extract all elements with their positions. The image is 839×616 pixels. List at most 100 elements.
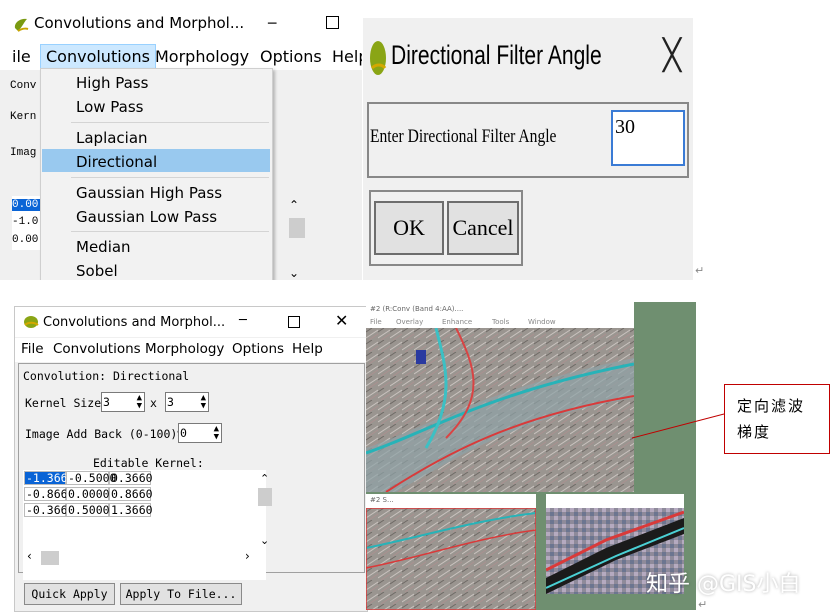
convolutions-dropdown: High Pass Low Pass Laplacian Directional…	[40, 68, 273, 280]
scroll-up-icon[interactable]: ⌃	[289, 198, 299, 212]
scroll-thumb[interactable]	[41, 551, 59, 565]
window-title: Convolutions and Morphol...	[34, 14, 245, 32]
kernel-cell[interactable]: -0.866	[24, 487, 68, 501]
menu-item-median[interactable]: Median	[76, 238, 131, 256]
angle-prompt: Enter Directional Filter Angle	[370, 126, 557, 147]
directional-filter-dialog: Directional Filter Angle ╳ Enter Directi…	[363, 18, 693, 280]
scroll-left-icon[interactable]: ‹	[27, 549, 32, 563]
stepper-arrows-icon[interactable]: ▲ ▼	[201, 394, 206, 411]
maximize-icon[interactable]	[288, 316, 300, 328]
envi-app-icon	[14, 18, 29, 32]
scroll-down-icon[interactable]: ⌄	[289, 266, 299, 280]
kernel-cell[interactable]: -1.366	[24, 471, 68, 485]
annotation-line-1: 定向滤波	[737, 397, 806, 415]
menu-item-sobel[interactable]: Sobel	[76, 262, 118, 280]
kernel-size-label: Kernel Size	[25, 396, 102, 410]
kernel-size-separator: x	[150, 396, 157, 410]
return-mark: ↵	[698, 598, 708, 611]
menu-convolutions[interactable]: Convolutions	[53, 341, 141, 357]
ok-button[interactable]: OK	[374, 201, 444, 255]
add-back-label: Image Add Back (0-100)%	[25, 427, 185, 441]
menu-tools[interactable]: Tools	[492, 318, 509, 326]
kernel-cell[interactable]: 0.3660	[109, 471, 153, 485]
menu-separator	[71, 231, 269, 232]
kernel-horizontal-scrollbar[interactable]: ‹ ›	[23, 549, 257, 567]
stepper-arrows-icon[interactable]: ▲ ▼	[137, 394, 142, 411]
menu-separator	[71, 122, 269, 123]
menu-morphology[interactable]: Morphology	[145, 341, 224, 357]
menu-options[interactable]: Options	[260, 47, 322, 66]
convolutions-window: Convolutions and Morphol... ─ ✕ File Con…	[14, 306, 368, 612]
menu-help[interactable]: Help	[332, 47, 362, 66]
image-window-scroll[interactable]: #2 S...	[366, 494, 536, 610]
minimize-icon[interactable]: ─	[239, 313, 247, 328]
annotation-line-2: 梯度	[737, 423, 772, 441]
menu-enhance[interactable]: Enhance	[442, 318, 472, 326]
kernel-cell[interactable]: -0.366	[24, 503, 68, 517]
menu-item-laplacian[interactable]: Laplacian	[76, 129, 148, 147]
image-window-titlebar: #2 (R:Conv (Band 4:AA)....	[366, 302, 634, 318]
menu-item-directional[interactable]: Directional	[76, 153, 157, 171]
angle-input[interactable]: 30	[611, 110, 685, 166]
scroll-up-icon[interactable]: ⌃	[260, 472, 269, 485]
image-canvas[interactable]	[366, 328, 634, 492]
scroll-thumb[interactable]	[258, 488, 272, 506]
menu-item-gaussian-low-pass[interactable]: Gaussian Low Pass	[76, 208, 217, 226]
kernel-size-y-value: 3	[167, 395, 174, 409]
add-back-value: 0	[180, 426, 187, 440]
scroll-thumb[interactable]	[289, 218, 305, 238]
menu-overlay[interactable]: Overlay	[396, 318, 423, 326]
close-icon[interactable]: ✕	[335, 311, 348, 330]
image-display-area: #2 (R:Conv (Band 4:AA).... File Overlay …	[366, 302, 696, 610]
close-icon[interactable]: ╳	[663, 38, 681, 73]
dialog-title: Directional Filter Angle	[391, 40, 602, 70]
menu-bar: File Convolutions Morphology Options Hel…	[15, 338, 367, 362]
stepper-arrows-icon[interactable]: ▲ ▼	[214, 425, 219, 442]
menu-convolutions[interactable]: Convolutions	[40, 44, 156, 69]
image-window-title: #2 (R:Conv (Band 4:AA)....	[370, 305, 464, 313]
kernel-cell[interactable]: 1.3660	[109, 503, 153, 517]
image-window-main[interactable]: #2 (R:Conv (Band 4:AA).... File Overlay …	[366, 302, 634, 492]
menu-window[interactable]: Window	[528, 318, 556, 326]
menu-morphology[interactable]: Morphology	[155, 47, 249, 66]
kernel-size-y-stepper[interactable]: 3 ▲ ▼	[165, 392, 209, 412]
menu-file[interactable]: File	[21, 341, 44, 357]
menu-item-gaussian-high-pass[interactable]: Gaussian High Pass	[76, 184, 222, 202]
kernel-size-x-stepper[interactable]: 3 ▲ ▼	[101, 392, 145, 412]
menu-options[interactable]: Options	[232, 341, 284, 357]
convolutions-menu-panel: Convolutions and Morphol... ─ ile Convol…	[0, 0, 362, 280]
menu-help[interactable]: Help	[292, 341, 323, 357]
image-window-menubar: File Overlay Enhance Tools Window	[366, 318, 634, 328]
watermark: 知乎 @GIS小白	[646, 572, 801, 597]
menu-bar: ile Convolutions Morphology Options Help	[0, 43, 362, 70]
annotation-arrow	[631, 413, 725, 439]
minimize-icon[interactable]: ─	[268, 16, 276, 32]
quick-apply-button[interactable]: Quick Apply	[24, 583, 115, 605]
partial-label-kern: Kern	[10, 111, 37, 123]
kernel-size-x-value: 3	[103, 395, 110, 409]
partial-label-imag: Imag	[10, 147, 37, 159]
cancel-button[interactable]: Cancel	[447, 201, 519, 255]
menu-item-high-pass[interactable]: High Pass	[76, 74, 148, 92]
partial-label-conv: Conv	[10, 80, 37, 92]
kernel-cell[interactable]: 0.5000	[66, 503, 110, 517]
menu-separator	[71, 177, 269, 178]
image-window-title: #2 S...	[370, 496, 394, 504]
partial-kernel-cell[interactable]: -1.0	[12, 216, 38, 228]
kernel-cell[interactable]: -0.5000	[66, 471, 116, 485]
menu-file[interactable]: File	[370, 318, 382, 326]
add-back-stepper[interactable]: 0 ▲ ▼	[178, 423, 222, 443]
menu-item-low-pass[interactable]: Low Pass	[76, 98, 144, 116]
apply-to-file-button[interactable]: Apply To File...	[120, 583, 242, 605]
menu-file[interactable]: ile	[12, 47, 31, 66]
kernel-cell[interactable]: 0.8660	[109, 487, 153, 501]
kernel-vertical-scrollbar[interactable]: ⌃ ⌄	[257, 470, 274, 554]
scroll-down-icon[interactable]: ⌄	[260, 534, 269, 547]
kernel-cell[interactable]: 0.0000	[66, 487, 110, 501]
editable-kernel-label: Editable Kernel:	[93, 456, 204, 470]
maximize-icon[interactable]	[326, 16, 339, 29]
partial-kernel-cell[interactable]: 0.00	[12, 234, 38, 246]
scroll-right-icon[interactable]: ›	[245, 549, 250, 563]
partial-kernel-cell-selected[interactable]: 0.00	[12, 199, 40, 211]
scroll-image-canvas[interactable]	[366, 508, 536, 610]
